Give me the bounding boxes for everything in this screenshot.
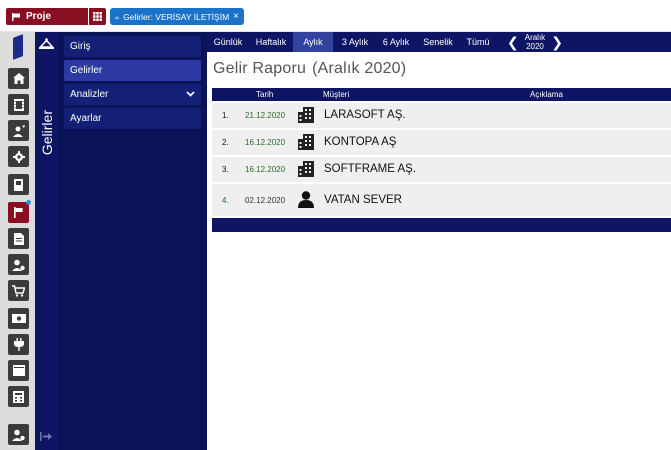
user-settings-icon [12,259,25,271]
report-title: Gelir Raporu [213,60,307,77]
rail-settings-button[interactable] [8,146,29,167]
period-haftalik[interactable]: Haftalık [249,32,293,52]
rail-user-manage-button[interactable] [8,120,29,141]
row-number: 3. [222,165,229,174]
section-menu: Giriş Gelirler Analizler Ayarlar [58,32,207,450]
header-date: Tarih [256,90,274,99]
menu-item-label: Giriş [70,41,91,52]
row-date: 21.12.2020 [245,111,286,120]
period-tumu[interactable]: Tümü [461,32,495,52]
chevron-right-icon[interactable]: ❯ [551,34,563,51]
header-description: Açıklama [530,90,563,99]
row-date: 16.12.2020 [245,138,286,147]
building-icon [298,107,314,126]
tab-gelirler[interactable]: Gelirler: VERİSAY İLETİŞİM × [110,8,244,25]
table-row[interactable]: 4. 02.12.2020 VATAN SEVER [212,184,671,216]
month-navigator: ❮ Aralık 2020 ❯ [507,32,567,52]
document-icon [13,232,24,245]
menu-item-ayarlar[interactable]: Ayarlar [64,108,201,129]
chevron-down-icon [186,89,195,100]
project-button[interactable]: Proje [6,8,88,25]
rail-cart-button[interactable] [8,280,29,301]
grid-icon [93,12,102,21]
gear-icon [12,150,25,163]
income-section-icon [38,38,55,52]
row-number: 1. [222,111,229,120]
table-row[interactable]: 1. 21.12.2020 LARASOFT AŞ. [212,103,671,128]
rail-user-settings-button[interactable] [8,254,29,275]
month-name: Aralık [524,33,546,42]
row-customer: KONTOPA AŞ [324,136,397,148]
period-gunluk[interactable]: Günlük [207,32,249,52]
row-customer: SOFTFRAME AŞ. [324,163,417,175]
building-icon [298,134,314,153]
row-customer: VATAN SEVER [324,194,402,206]
period-senelik[interactable]: Senelik [418,32,458,52]
user-settings-icon [12,429,25,441]
main-content: Günlük Haftalık Aylık 3 Aylık 6 Aylık Se… [207,32,671,450]
notification-dot [26,200,31,205]
header-customer: Müşteri [323,90,350,99]
rail-plug-button[interactable] [8,334,29,355]
table-row[interactable]: 3. 16.12.2020 SOFTFRAME AŞ. [212,157,671,182]
rail-money-button[interactable] [8,308,29,329]
row-number: 4. [222,196,229,205]
row-date: 16.12.2020 [245,165,286,174]
row-customer: LARASOFT AŞ. [324,109,406,121]
book-icon [14,178,23,191]
monitor-icon [12,365,25,376]
rail-film-button[interactable] [8,94,29,115]
rail-income-button[interactable] [8,200,31,223]
rail-account-button[interactable] [8,424,29,445]
icon-rail [0,32,35,450]
report-period: (Aralık 2020) [312,60,407,77]
rail-home-button[interactable] [8,68,29,89]
menu-item-giris[interactable]: Giriş [64,36,201,57]
menu-item-label: Ayarlar [70,113,102,124]
rail-calculator-button[interactable] [8,386,29,407]
plug-icon [13,338,24,351]
table-footer [212,218,671,232]
menu-item-gelirler[interactable]: Gelirler [64,60,201,81]
money-icon [11,314,26,323]
row-number: 2. [222,138,229,147]
period-6-aylik[interactable]: 6 Aylık [377,32,415,52]
rail-document-button[interactable] [8,228,29,249]
section-title: Gelirler [39,110,55,156]
film-icon [13,98,24,111]
home-icon [12,73,25,84]
income-icon [115,15,120,19]
project-label: Proje [26,11,52,22]
month-label: Aralık 2020 [525,33,545,51]
flag-icon [12,12,20,21]
user-manage-icon [12,124,25,137]
tab-label: Gelirler: VERİSAY İLETİŞİM [123,11,230,22]
rail-monitor-button[interactable] [8,360,29,381]
section-strip: Gelirler [35,32,58,450]
close-icon[interactable]: × [233,11,239,22]
calculator-icon [13,390,24,403]
menu-item-label: Gelirler [70,65,103,76]
apps-grid-button[interactable] [89,8,106,25]
period-3-aylik[interactable]: 3 Aylık [336,32,374,52]
menu-item-label: Analizler [70,89,109,100]
menu-item-analizler[interactable]: Analizler [64,84,201,105]
page-title: Gelir Raporu (Aralık 2020) [213,60,406,78]
person-icon [298,191,314,211]
building-icon [298,161,314,180]
income-table: Tarih Müşteri Açıklama 1. 21.12.2020 LAR… [212,88,671,232]
table-header: Tarih Müşteri Açıklama [212,88,671,101]
flag-icon [13,207,23,218]
chevron-left-icon[interactable]: ❮ [507,34,519,51]
period-bar: Günlük Haftalık Aylık 3 Aylık 6 Aylık Se… [207,32,671,52]
month-year: 2020 [526,42,544,51]
cart-icon [12,284,25,297]
table-row[interactable]: 2. 16.12.2020 KONTOPA AŞ [212,130,671,155]
logout-icon[interactable] [40,432,52,444]
top-bar: Proje Gelirler: VERİSAY İLETİŞİM × [0,0,671,32]
rail-book-button[interactable] [8,174,29,195]
app-logo [13,34,23,60]
period-aylik[interactable]: Aylık [293,32,333,52]
row-date: 02.12.2020 [245,196,286,205]
